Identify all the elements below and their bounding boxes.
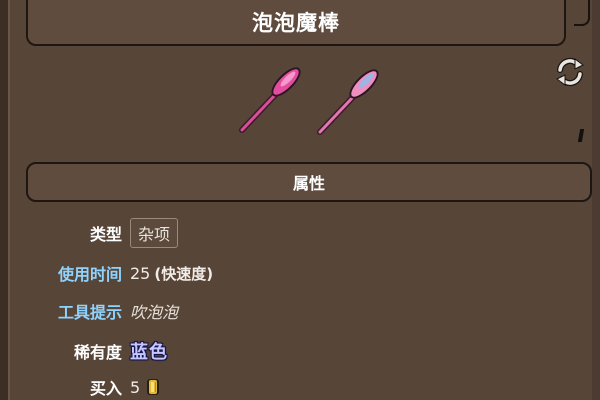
type-tag[interactable]: 杂项	[130, 218, 179, 248]
property-row-buy: 买入 5	[0, 370, 600, 400]
tooltip-label: 工具提示	[57, 303, 122, 322]
use-time-speed: (快速度)	[154, 264, 214, 283]
item-sprites	[239, 67, 379, 135]
item-detail-panel: 泡泡魔棒 属性 类型 杂项 使用时间 25 (快速度) 工具提示 吹泡泡 稀有度…	[0, 0, 600, 400]
right-corner-bracket	[574, 0, 590, 26]
scroll-tick	[577, 129, 585, 142]
rarity-value: 蓝色	[130, 342, 168, 363]
bubble-wand-sprite	[239, 67, 301, 133]
property-row-use-time: 使用时间 25 (快速度)	[0, 256, 600, 290]
property-row-tooltip: 工具提示 吹泡泡	[0, 294, 600, 328]
property-row-rarity: 稀有度 蓝色	[0, 334, 600, 368]
bubble-wand-sprite-alt	[317, 69, 379, 135]
type-label: 类型	[89, 225, 122, 244]
refresh-icon[interactable]	[554, 56, 586, 88]
item-title-bar: 泡泡魔棒	[26, 0, 566, 46]
section-header: 属性	[292, 174, 325, 193]
rarity-label: 稀有度	[73, 343, 122, 362]
use-time-value: 25	[130, 263, 151, 283]
section-header-bar: 属性	[26, 162, 592, 202]
property-row-type: 类型 杂项	[0, 216, 600, 250]
tooltip-value: 吹泡泡	[130, 303, 179, 322]
buy-label: 买入	[89, 379, 122, 398]
item-title: 泡泡魔棒	[252, 11, 340, 35]
use-time-label: 使用时间	[57, 265, 122, 284]
gold-coin-icon	[147, 379, 160, 395]
buy-value: 5	[130, 377, 141, 397]
